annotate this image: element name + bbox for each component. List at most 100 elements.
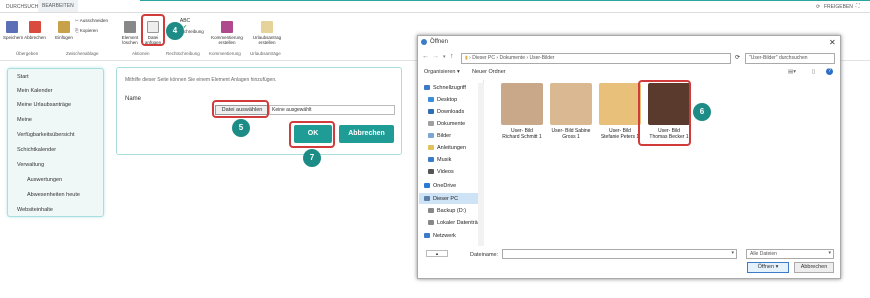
- left-navigation: Start Mein Kalender Meine Urlaubsanträge…: [7, 68, 104, 217]
- copy-button[interactable]: ⎘ Kopieren: [75, 28, 98, 33]
- crumb[interactable]: Dieser PC: [472, 55, 495, 61]
- crumb[interactable]: Dokumente: [499, 55, 525, 61]
- cancel-form-button[interactable]: Abbrechen: [339, 125, 394, 143]
- tab-edit[interactable]: BEARBEITEN: [38, 0, 78, 12]
- sidebar-item[interactable]: Schnellzugriff: [424, 85, 466, 91]
- documents-icon: [428, 121, 434, 127]
- pictures-icon: [428, 133, 434, 139]
- video-icon: [428, 169, 434, 175]
- callout-5: 5: [232, 119, 250, 137]
- cancel-icon: [29, 21, 41, 33]
- organize-menu[interactable]: Organisieren ▾: [424, 69, 460, 75]
- nav-item[interactable]: Meine: [17, 117, 32, 123]
- folder-icon: ▮: [465, 55, 468, 61]
- chevron-down-icon: ▾: [731, 250, 734, 256]
- file-tile[interactable]: User- Bild Sabine Gross 1: [543, 83, 599, 140]
- people-icon: [221, 21, 233, 33]
- sidebar-item[interactable]: Downloads: [428, 109, 464, 115]
- sidebar-item[interactable]: Dokumente: [428, 121, 465, 127]
- nav-item[interactable]: Meine Urlaubsanträge: [17, 102, 71, 108]
- manage-permissions-button[interactable]: Kommentierung erstellen: [210, 21, 244, 45]
- computer-icon: [424, 196, 430, 202]
- delete-item-button[interactable]: Element löschen: [120, 21, 140, 45]
- refresh-icon[interactable]: ⟳: [735, 54, 740, 61]
- view-icon[interactable]: ▤▾: [788, 69, 796, 75]
- filename-input[interactable]: ▾: [502, 249, 737, 259]
- sidebar-item[interactable]: Backup (D:): [428, 208, 466, 214]
- drive-icon: [428, 220, 434, 226]
- share-link[interactable]: FREIGEBEN: [824, 4, 853, 10]
- nav-item[interactable]: Verfügbarkeitsübersicht: [17, 132, 74, 138]
- sidebar-item[interactable]: Desktop: [428, 97, 457, 103]
- preview-pane-icon[interactable]: ▯: [812, 69, 815, 75]
- nav-item[interactable]: Abwesenheiten heute: [27, 192, 80, 198]
- group-label-clipboard: Zwischenablage: [66, 51, 99, 56]
- nav-item[interactable]: Verwaltung: [17, 162, 44, 168]
- back-icon[interactable]: ←: [422, 53, 429, 60]
- sidebar-item[interactable]: Bilder: [428, 133, 451, 139]
- paste-button[interactable]: Einfügen: [55, 21, 73, 40]
- help-icon[interactable]: ?: [826, 68, 833, 75]
- drive-icon: [428, 208, 434, 214]
- sidebar-item[interactable]: Musik: [428, 157, 451, 163]
- sync-icon[interactable]: ⟳: [816, 4, 820, 10]
- forward-icon[interactable]: →: [432, 53, 439, 60]
- desktop-icon: [428, 97, 434, 103]
- recent-dropdown-icon[interactable]: ▾: [443, 54, 446, 60]
- folder-icon: [428, 145, 434, 151]
- address-bar[interactable]: ▮ › Dieser PC › Dokumente › User-Bilder: [461, 53, 731, 64]
- group-label-commit: Übergeben: [16, 51, 39, 56]
- save-button[interactable]: Speichern: [3, 21, 23, 40]
- nav-item[interactable]: Auswertungen: [27, 177, 62, 183]
- nav-item[interactable]: Schichtkalender: [17, 147, 56, 153]
- callout-7: 7: [303, 149, 321, 167]
- sidebar-item[interactable]: Netzwerk: [424, 233, 456, 239]
- star-icon: [424, 85, 430, 91]
- cut-button[interactable]: ✂ Ausschneiden: [75, 18, 108, 23]
- up-icon[interactable]: ↑: [450, 53, 454, 60]
- nav-item[interactable]: Mein Kalender: [17, 88, 52, 94]
- highlight-ok: [289, 121, 335, 148]
- sidebar-item[interactable]: Lokaler Datenträg: [428, 220, 481, 226]
- new-folder-button[interactable]: Neuer Ordner: [472, 69, 506, 75]
- file-open-dialog: Öffnen ✕ ← → ▾ ↑ ▮ › Dieser PC › Dokumen…: [417, 35, 841, 279]
- chrome-icon: [421, 39, 427, 45]
- open-button[interactable]: Öffnen ▾: [747, 262, 789, 273]
- cancel-button[interactable]: Abbrechen: [24, 21, 46, 40]
- file-tile[interactable]: User- Bild Richard Schmitt 1: [494, 83, 550, 140]
- callout-4: 4: [166, 22, 184, 40]
- file-type-select[interactable]: Alle Dateien ▾: [746, 249, 834, 259]
- group-label-actions: Aktionen: [132, 51, 150, 56]
- dialog-sidebar: Schnellzugriff Desktop Downloads Dokumen…: [418, 80, 484, 246]
- sidebar-item[interactable]: Anleitungen: [428, 145, 466, 151]
- network-icon: [424, 233, 430, 239]
- document-icon: [261, 21, 273, 33]
- music-icon: [428, 157, 434, 163]
- close-icon[interactable]: ✕: [829, 38, 836, 47]
- fullscreen-icon[interactable]: ⛶: [856, 3, 860, 9]
- nav-item[interactable]: Start: [17, 74, 29, 80]
- dialog-cancel-button[interactable]: Abbrechen: [794, 262, 834, 273]
- vacation-request-button[interactable]: Urlaubsantrag erstellen: [252, 21, 282, 45]
- sidebar-scrollbar[interactable]: [478, 83, 484, 246]
- paste-icon: [58, 21, 70, 33]
- sidebar-item[interactable]: OneDrive: [424, 183, 456, 189]
- nav-item[interactable]: Websiteinhalte: [17, 207, 53, 213]
- dialog-titlebar: Öffnen ✕: [418, 36, 842, 49]
- crumb[interactable]: User-Bilder: [530, 55, 555, 61]
- name-label: Name: [125, 96, 142, 102]
- user-photo-thumbnail: [501, 83, 543, 125]
- sidebar-item-selected[interactable]: Dieser PC: [419, 193, 483, 204]
- user-photo-thumbnail: [550, 83, 592, 125]
- highlight-selected-file: [638, 80, 691, 146]
- form-hint: Mithilfe dieser Seite können Sie einem E…: [125, 77, 277, 83]
- hide-folders-icon[interactable]: ▲: [426, 250, 448, 257]
- download-icon: [428, 109, 434, 115]
- highlight-attach-file: [141, 14, 165, 46]
- dialog-title: Öffnen: [430, 39, 448, 45]
- save-icon: [6, 21, 18, 33]
- search-input[interactable]: "User-Bilder" durchsuchen: [745, 53, 835, 64]
- delete-icon: [124, 21, 136, 33]
- highlight-choose-file: [212, 100, 269, 118]
- sidebar-item[interactable]: Videos: [428, 169, 454, 175]
